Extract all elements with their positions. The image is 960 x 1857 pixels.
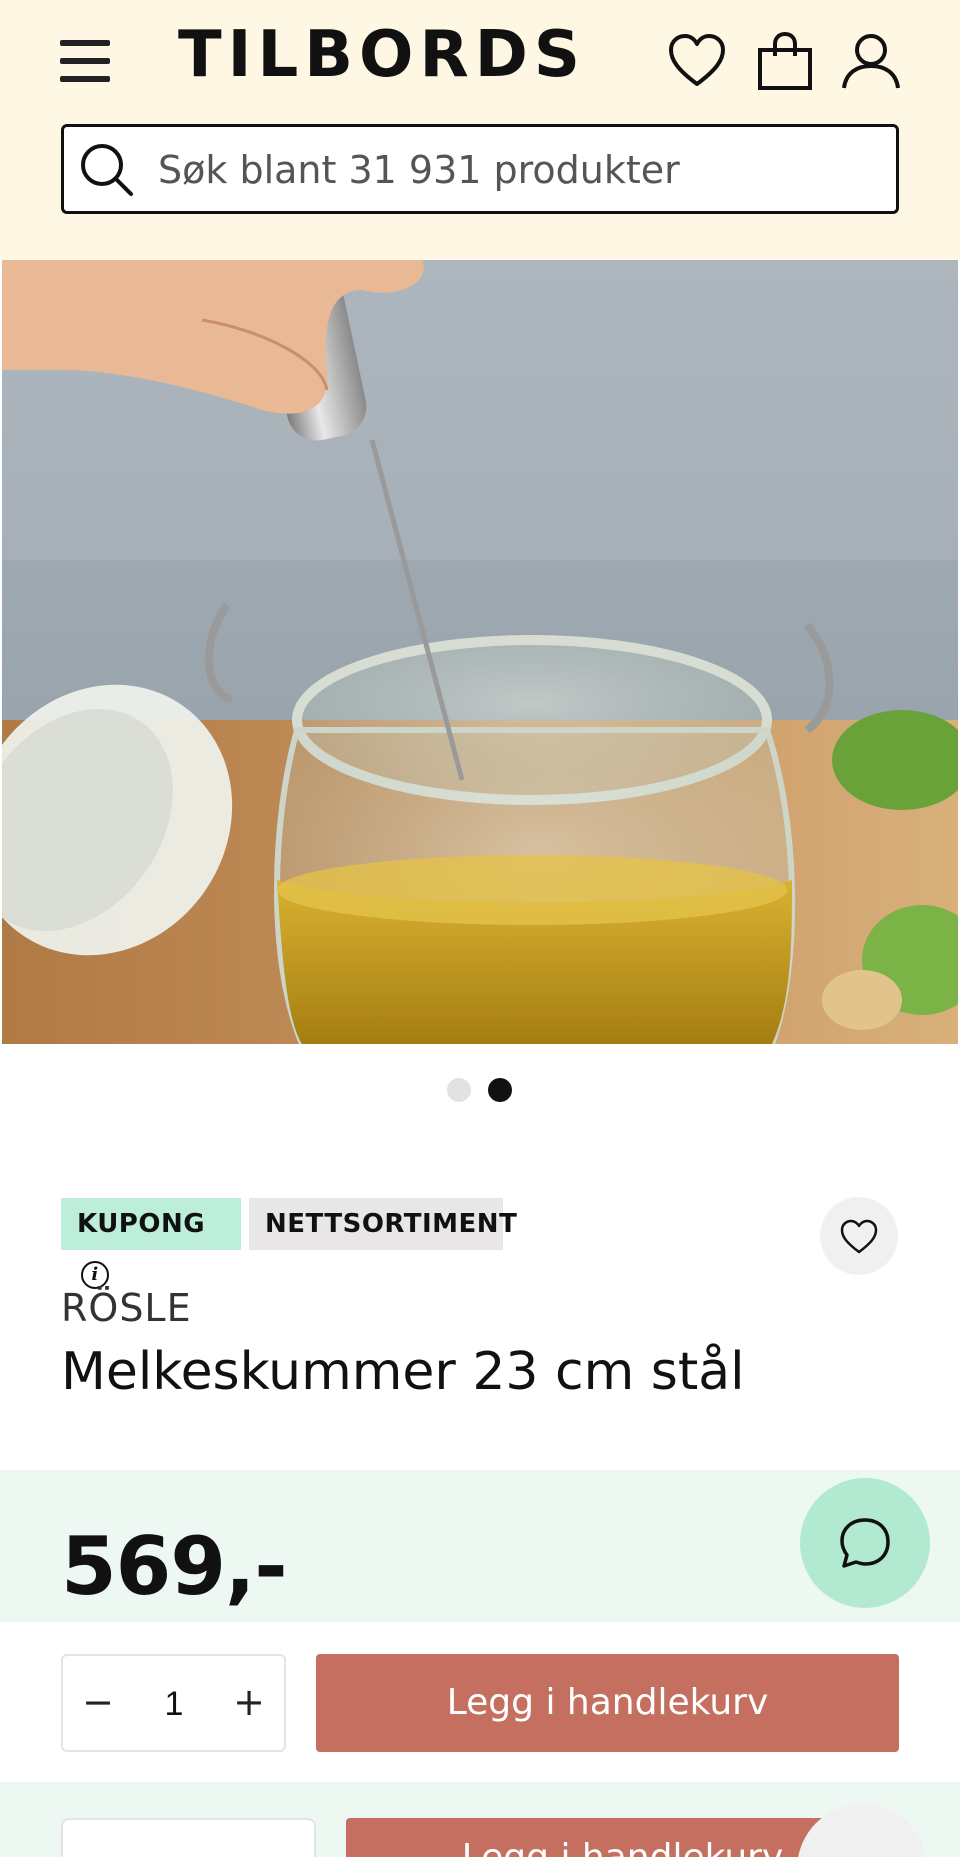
scroll-to-top-button[interactable] (797, 1804, 927, 1857)
product-price: 569,- (61, 1520, 288, 1613)
gallery-pagination (0, 1078, 960, 1102)
gallery-dot-2-active[interactable] (488, 1078, 512, 1102)
add-to-wishlist-button[interactable] (820, 1197, 898, 1275)
site-header: TILBORDS (0, 0, 960, 260)
sticky-purchase-bar: Legg i handlekurv (0, 1782, 960, 1857)
product-title: Melkeskummer 23 cm stål (61, 1342, 745, 1402)
shopping-bag-icon[interactable] (754, 30, 816, 92)
product-brand[interactable]: RÖSLE (61, 1286, 192, 1330)
search-icon[interactable] (78, 141, 136, 199)
gallery-dot-1[interactable] (447, 1078, 471, 1102)
search-input[interactable] (158, 143, 878, 197)
search-bar[interactable] (61, 124, 899, 214)
net-assortment-badge: NETTSORTIMENT (249, 1198, 517, 1250)
coupon-badge-label: KUPONG (77, 1209, 206, 1239)
site-logo[interactable]: TILBORDS (178, 18, 586, 92)
quantity-input[interactable] (133, 1656, 215, 1752)
chat-button[interactable] (800, 1478, 930, 1608)
heart-icon (840, 1219, 878, 1254)
add-to-cart-button[interactable]: Legg i handlekurv (316, 1654, 899, 1752)
coupon-badge[interactable]: KUPONG i (61, 1198, 241, 1289)
decrease-quantity-button[interactable]: − (63, 1656, 133, 1752)
user-icon[interactable] (840, 30, 902, 92)
info-icon[interactable]: i (81, 1260, 109, 1289)
increase-quantity-button[interactable]: + (214, 1656, 284, 1752)
product-image[interactable] (2, 260, 958, 1044)
quantity-stepper: − + (61, 1654, 286, 1752)
sticky-quantity-stepper[interactable] (61, 1818, 316, 1857)
chat-bubble-icon (840, 1518, 890, 1568)
hamburger-menu-icon[interactable] (60, 38, 112, 84)
heart-icon[interactable] (666, 30, 728, 92)
